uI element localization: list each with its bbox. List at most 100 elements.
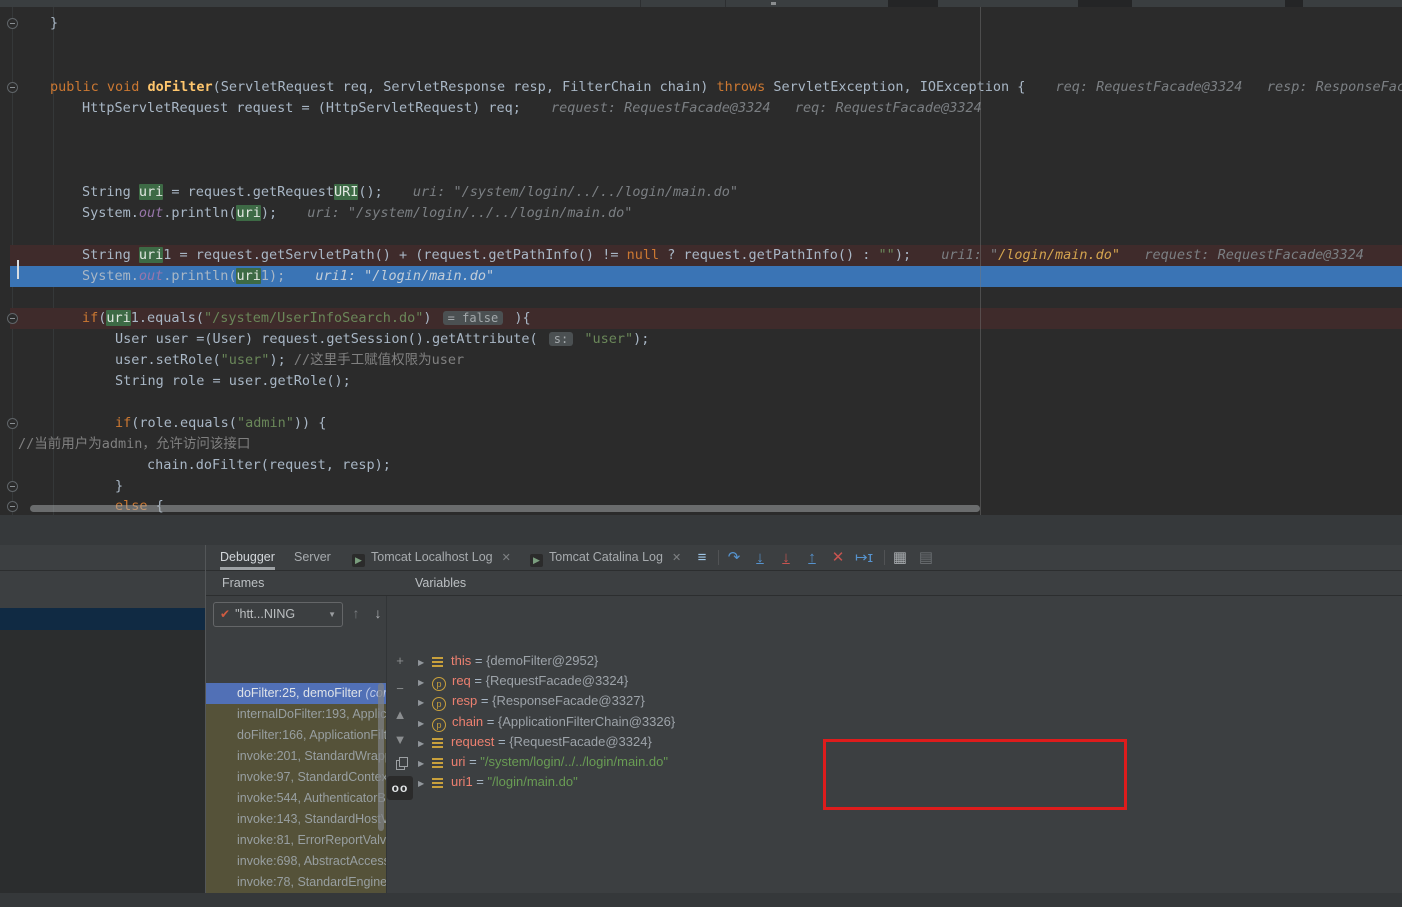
variable-row[interactable]: ▶request = {RequestFacade@3324} [413,732,652,752]
code-line[interactable]: HttpServletRequest request = (HttpServle… [0,98,1402,119]
code-line[interactable]: } [0,476,1402,497]
ide-window: } public void doFilter(ServletRequest req… [0,0,1402,907]
tab-debugger[interactable]: Debugger [220,545,275,570]
frame-row[interactable]: invoke:544, AuthenticatorBas [206,788,386,809]
fold-region-icon[interactable] [7,481,18,492]
code-line[interactable]: String uri = request.getRequestURI(); ur… [0,182,1402,203]
frame-row[interactable]: invoke:698, AbstractAccessL [206,851,386,872]
annotation-red-box [823,739,1127,810]
expand-arrow-icon[interactable]: ▶ [418,714,432,734]
bottom-strip [0,893,1402,907]
tab-server[interactable]: Server [294,545,331,570]
editor-horizontal-scrollbar[interactable] [30,505,980,512]
copy-stack-button[interactable] [387,754,413,774]
chevron-down-icon: ▼ [328,603,336,626]
frame-row[interactable]: invoke:201, StandardWrappe [206,746,386,767]
tab-modified-dot [771,2,776,5]
layout-settings-icon[interactable]: ≡ [692,545,712,570]
hard-wrap-guide [980,7,981,515]
code-line[interactable]: System.out.println(uri); uri: "/system/l… [0,203,1402,224]
frame-row[interactable]: invoke:81, ErrorReportValve [206,830,386,851]
frame-row[interactable]: invoke:97, StandardContextV [206,767,386,788]
parameter-icon: p [432,697,446,711]
code-line[interactable]: String role = user.getRole(); [0,371,1402,392]
code-line[interactable]: user.setRole("user"); //这里手工赋值权限为user [0,350,1402,371]
text-caret [17,260,19,279]
expand-arrow-icon[interactable]: ▶ [418,774,432,794]
frames-vertical-scrollbar[interactable] [378,683,384,831]
step-out-icon[interactable]: ↑ [802,545,822,570]
tabs-divider [0,570,1402,571]
code-line[interactable]: User user =(User) request.getSession().g… [0,329,1402,350]
left-dark-area [0,630,205,893]
expand-arrow-icon[interactable]: ▶ [418,653,432,673]
thread-dropdown[interactable]: ✔ "htt...NING ▼ [213,602,343,627]
code-line[interactable]: String uri1 = request.getServletPath() +… [0,245,1402,266]
frame-row[interactable]: internalDoFilter:193, Applicat [206,704,386,725]
previous-frame-button[interactable]: ↑ [346,602,366,625]
debug-tabs-row: Debugger Server ▶Tomcat Localhost Log✕ ▶Tom… [206,545,1402,570]
close-icon[interactable]: ✕ [672,552,681,564]
tab-tomcat-catalina-log[interactable]: ▶Tomcat Catalina Log✕ [530,545,681,570]
fold-region-icon[interactable] [7,313,18,324]
variable-row[interactable]: ▶uri = "/system/login/../../login/main.d… [413,752,668,772]
expand-arrow-icon[interactable]: ▶ [418,734,432,754]
frame-row[interactable]: invoke:78, StandardEngineVa [206,872,386,893]
left-selection-band [0,608,205,630]
show-watches-button[interactable]: oo [387,776,413,800]
step-into-icon[interactable]: ↓ [750,545,770,570]
frame-row[interactable]: doFilter:25, demoFilter (com [206,683,386,704]
move-watch-up-button[interactable]: ▲ [387,705,413,725]
variable-row[interactable]: ▶pchain = {ApplicationFilterChain@3326} [413,712,675,732]
frames-panel: ✔ "htt...NING ▼ ↑ ↓ doFilter:25, demoFilt… [206,596,386,893]
copy-icon [396,757,405,768]
code-line[interactable]: chain.doFilter(request, resp); [0,455,1402,476]
remove-watch-button[interactable]: − [387,679,413,699]
thread-dropdown-label: "htt...NING [235,607,295,621]
code-line[interactable]: if(uri1.equals("/system/UserInfoSearch.d… [0,308,1402,329]
add-watch-button[interactable]: + [387,651,413,671]
code-line[interactable]: System.out.println(uri1); uri1: "/login/… [0,266,1402,287]
selected-tab-underline [220,567,275,570]
variable-row[interactable]: ▶preq = {RequestFacade@3324} [413,671,628,691]
expand-arrow-icon[interactable]: ▶ [418,693,432,713]
code-editor[interactable]: } public void doFilter(ServletRequest req… [0,7,1402,515]
variables-toolbar-strip: + − ▲ ▼ oo [386,596,413,893]
expand-arrow-icon[interactable]: ▶ [418,754,432,774]
code-line[interactable]: public void doFilter(ServletRequest req,… [0,77,1402,98]
variable-row[interactable]: ▶presp = {ResponseFacade@3327} [413,691,645,711]
variable-row[interactable]: ▶uri1 = "/login/main.do" [413,772,578,792]
run-to-cursor-icon[interactable]: ↦ɪ [854,545,874,570]
step-over-icon[interactable]: ↷ [724,545,744,570]
tab-separator [725,0,726,7]
debug-tool-window: Debugger Server ▶Tomcat Localhost Log✕ ▶Tom… [0,545,1402,893]
console-icon: ▶ [352,554,365,567]
variables-panel: ▶this = {demoFilter@2952}▶preq = {Reques… [413,596,1402,893]
variable-row[interactable]: ▶this = {demoFilter@2952} [413,651,598,671]
toolbar-separator [884,550,885,565]
tab-dark-segment [888,0,938,7]
layout-editor-icon[interactable]: ▤ [916,545,936,570]
code-line[interactable]: //当前用户为admin，允许访问该接口 [0,434,1402,455]
move-watch-down-button[interactable]: ▼ [387,730,413,750]
next-frame-button[interactable]: ↓ [368,602,386,625]
fold-region-icon[interactable] [7,418,18,429]
editor-tabs-strip [0,0,1402,7]
close-icon[interactable]: ✕ [502,552,511,564]
force-step-into-icon[interactable]: ↓ [776,545,796,570]
fold-region-icon[interactable] [7,18,18,29]
thread-status-icon: ✔ [220,607,230,621]
fold-region-icon[interactable] [7,501,18,512]
fold-region-icon[interactable] [7,82,18,93]
frame-row[interactable]: doFilter:166, ApplicationFilte [206,725,386,746]
code-line[interactable]: } [0,13,1402,34]
frame-row[interactable]: invoke:143, StandardHostVa [206,809,386,830]
tab-dark-segment [1285,0,1303,7]
drop-frame-icon[interactable]: ✕ [828,545,848,570]
parameter-icon: p [432,718,446,732]
evaluate-expression-icon[interactable]: ▦ [890,545,910,570]
expand-arrow-icon[interactable]: ▶ [418,673,432,693]
tab-tomcat-localhost-log[interactable]: ▶Tomcat Localhost Log✕ [352,545,511,570]
variable-icon [432,778,443,780]
code-line[interactable]: if(role.equals("admin")) { [0,413,1402,434]
